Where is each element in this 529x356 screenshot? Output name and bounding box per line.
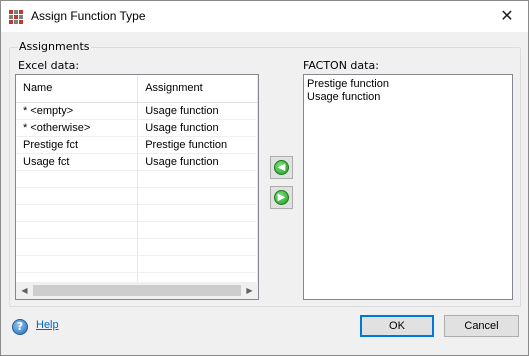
- close-icon[interactable]: ✕: [496, 5, 518, 27]
- move-left-button[interactable]: ◀: [270, 156, 293, 179]
- help-icon[interactable]: ?: [12, 319, 28, 335]
- cell-name[interactable]: Usage fct: [16, 153, 139, 171]
- column-header-assignment[interactable]: Assignment: [137, 75, 258, 103]
- ok-button-label: OK: [389, 320, 405, 332]
- cancel-button-label: Cancel: [464, 320, 499, 332]
- empty-row: [16, 221, 258, 239]
- table-row[interactable]: Prestige fct Prestige function: [16, 136, 258, 154]
- arrow-left-green-icon: ◀: [274, 160, 289, 175]
- table-row[interactable]: Usage fct Usage function: [16, 153, 258, 171]
- facton-data-label: FACTON data:: [303, 59, 379, 72]
- excel-data-table: Name Assignment * <empty> Usage function…: [16, 75, 258, 290]
- empty-row: [16, 170, 258, 188]
- scroll-right-icon[interactable]: ▶: [241, 282, 258, 299]
- scroll-left-icon[interactable]: ◀: [16, 282, 33, 299]
- empty-row: [16, 238, 258, 256]
- table-row[interactable]: * <otherwise> Usage function: [16, 119, 258, 137]
- help-link[interactable]: Help: [36, 319, 59, 331]
- cell-assignment[interactable]: Prestige function: [137, 136, 258, 154]
- cell-assignment[interactable]: Usage function: [137, 153, 258, 171]
- arrow-right-green-icon: ▶: [274, 190, 289, 205]
- facton-data-list[interactable]: Prestige function Usage function: [303, 74, 513, 300]
- horizontal-scrollbar[interactable]: ◀ ▶: [16, 282, 258, 299]
- window-title: Assign Function Type: [31, 9, 146, 23]
- excel-data-grid[interactable]: Name Assignment * <empty> Usage function…: [15, 74, 259, 300]
- empty-row: [16, 255, 258, 273]
- list-item[interactable]: Prestige function: [304, 78, 512, 91]
- column-header-name[interactable]: Name: [16, 75, 139, 103]
- empty-row: [16, 204, 258, 222]
- table-row[interactable]: * <empty> Usage function: [16, 102, 258, 120]
- assign-function-type-dialog: Assign Function Type ✕ Assignments Excel…: [0, 0, 529, 356]
- cell-name[interactable]: * <empty>: [16, 102, 139, 120]
- ok-button[interactable]: OK: [360, 315, 434, 337]
- assignments-group-label: Assignments: [18, 40, 91, 53]
- cell-name[interactable]: * <otherwise>: [16, 119, 139, 137]
- scrollbar-thumb[interactable]: [33, 285, 241, 296]
- cell-assignment[interactable]: Usage function: [137, 102, 258, 120]
- list-item[interactable]: Usage function: [304, 91, 512, 104]
- excel-data-label: Excel data:: [18, 59, 80, 72]
- empty-row: [16, 187, 258, 205]
- title-bar: Assign Function Type ✕: [1, 1, 528, 32]
- cancel-button[interactable]: Cancel: [444, 315, 519, 337]
- cell-assignment[interactable]: Usage function: [137, 119, 258, 137]
- cell-name[interactable]: Prestige fct: [16, 136, 139, 154]
- move-right-button[interactable]: ▶: [270, 186, 293, 209]
- app-icon: [9, 10, 24, 25]
- table-header-row: Name Assignment: [16, 75, 258, 103]
